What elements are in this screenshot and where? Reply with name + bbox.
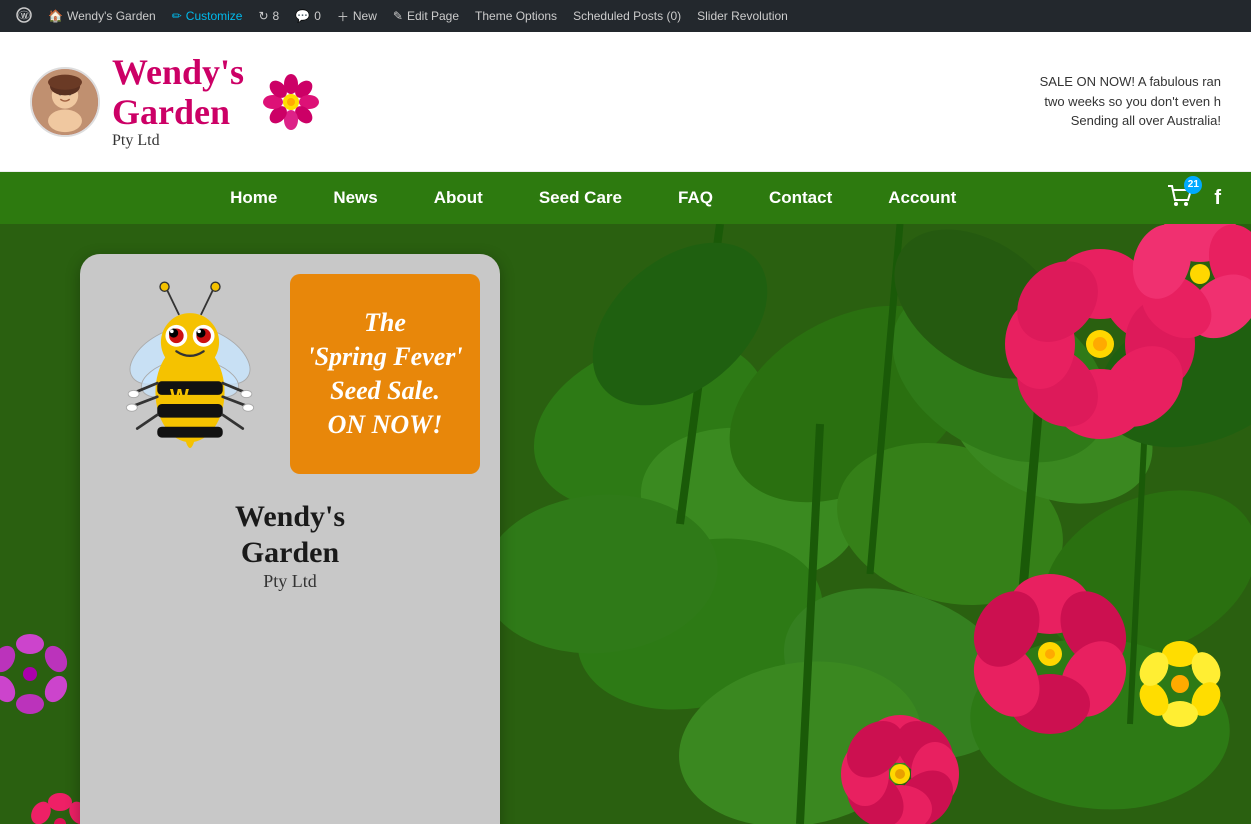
bee-area: W	[100, 274, 280, 474]
edit-page-label: Edit Page	[407, 9, 459, 23]
main-nav: Home News About Seed Care FAQ Contact Ac…	[0, 172, 1251, 224]
edit-page-item[interactable]: ✎ Edit Page	[385, 0, 467, 32]
customize-label: Customize	[186, 9, 243, 23]
admin-bar: W 🏠 Wendy's Garden ✏ Customize ↻ 8 💬 0 ＋…	[0, 0, 1251, 32]
nav-account[interactable]: Account	[860, 172, 984, 224]
updates-item[interactable]: ↻ 8	[250, 0, 287, 32]
updates-icon: ↻	[258, 9, 268, 23]
hero-section: W	[0, 224, 1251, 824]
customize-icon: ✏	[172, 9, 182, 23]
card-brand: Wendy's Garden Pty Ltd	[235, 499, 345, 592]
logo-text: Wendy's Garden Pty Ltd	[112, 53, 244, 150]
wordpress-icon: W	[16, 7, 32, 26]
nav-home[interactable]: Home	[202, 172, 305, 224]
scheduled-posts-label: Scheduled Posts (0)	[573, 9, 681, 23]
logo-subtitle: Pty Ltd	[112, 132, 160, 150]
plus-icon: ＋	[337, 8, 349, 25]
nav-about[interactable]: About	[406, 172, 511, 224]
sale-card-top: W	[100, 274, 480, 474]
cart-badge: 21	[1184, 176, 1202, 194]
new-content-item[interactable]: ＋ New	[329, 0, 385, 32]
nav-faq[interactable]: FAQ	[650, 172, 741, 224]
slider-revolution-item[interactable]: Slider Revolution	[689, 0, 796, 32]
customize-item[interactable]: ✏ Customize	[164, 0, 251, 32]
svg-text:W: W	[21, 13, 28, 20]
comments-count: 0	[314, 9, 321, 23]
logo-name: Wendy's Garden	[112, 53, 244, 132]
facebook-icon[interactable]: f	[1204, 187, 1231, 210]
comments-icon: 💬	[295, 9, 310, 23]
nav-links: Home News About Seed Care FAQ Contact Ac…	[20, 172, 1166, 224]
theme-options-label: Theme Options	[475, 9, 557, 23]
scheduled-posts-item[interactable]: Scheduled Posts (0)	[565, 0, 689, 32]
site-name-item[interactable]: 🏠 Wendy's Garden	[40, 0, 164, 32]
wp-logo-item[interactable]: W	[8, 0, 40, 32]
nav-icons: 21 f	[1166, 184, 1231, 213]
sale-text-line1: SALE ON NOW! A fabulous ran	[1040, 72, 1221, 92]
site-name-label: Wendy's Garden	[67, 9, 156, 23]
nav-news[interactable]: News	[305, 172, 405, 224]
sale-banner: SALE ON NOW! A fabulous ran two weeks so…	[1040, 72, 1221, 131]
card-brand-subtitle: Pty Ltd	[235, 571, 345, 592]
edit-icon: ✎	[393, 9, 403, 23]
sale-text-line2: two weeks so you don't even h	[1040, 92, 1221, 112]
comments-item[interactable]: 💬 0	[287, 0, 329, 32]
cart-button[interactable]: 21	[1166, 184, 1194, 213]
spring-fever-text: The 'Spring Fever' Seed Sale. ON NOW!	[307, 306, 462, 441]
logo-area: Wendy's Garden Pty Ltd	[30, 53, 321, 150]
sale-card: W	[80, 254, 500, 824]
bee-illustration: W	[110, 274, 270, 474]
home-icon: 🏠	[48, 9, 63, 23]
spring-fever-box: The 'Spring Fever' Seed Sale. ON NOW!	[290, 274, 480, 474]
card-brand-name: Wendy's Garden	[235, 499, 345, 571]
nav-contact[interactable]: Contact	[741, 172, 860, 224]
theme-options-item[interactable]: Theme Options	[467, 0, 565, 32]
site-header: Wendy's Garden Pty Ltd SALE ON NOW! A fa…	[0, 32, 1251, 172]
sale-text-line3: Sending all over Australia!	[1040, 111, 1221, 131]
new-label: New	[353, 9, 377, 23]
slider-revolution-label: Slider Revolution	[697, 9, 788, 23]
logo-flower-icon	[261, 72, 321, 132]
avatar	[30, 67, 100, 137]
updates-count: 8	[273, 9, 280, 23]
svg-text:W: W	[170, 386, 189, 408]
nav-seed-care[interactable]: Seed Care	[511, 172, 650, 224]
